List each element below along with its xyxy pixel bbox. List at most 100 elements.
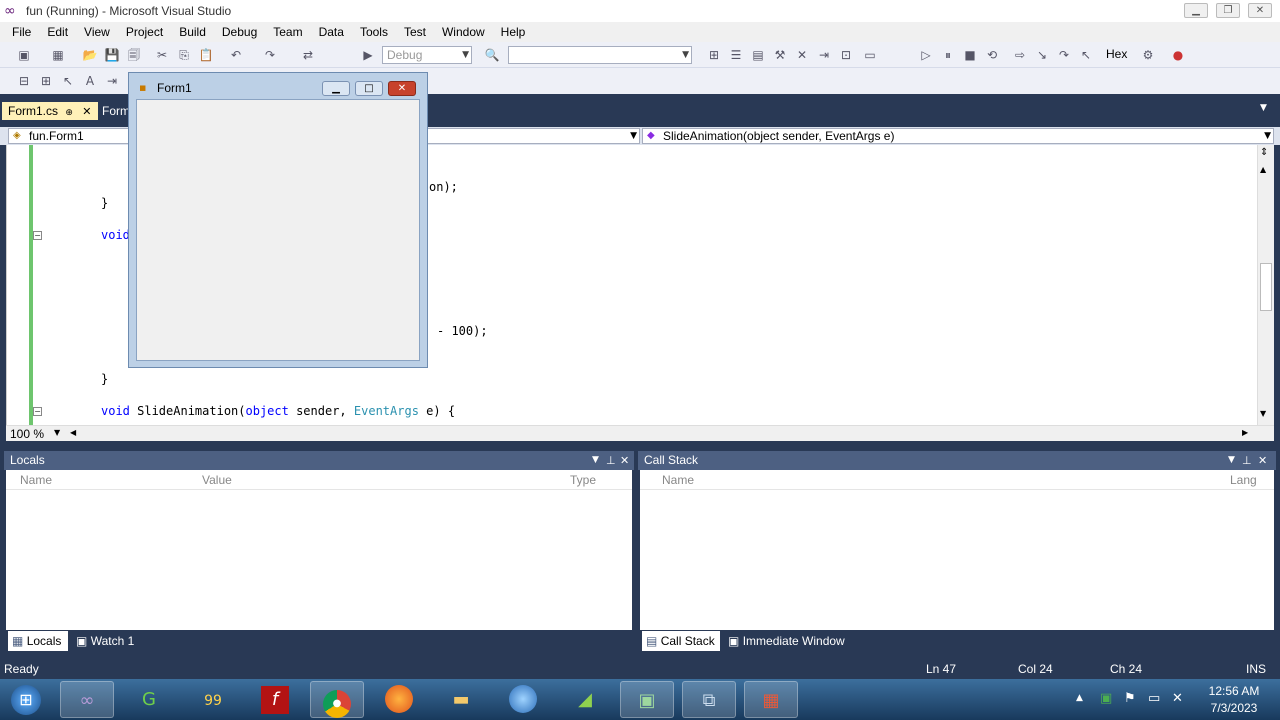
menu-view[interactable]: View [76, 25, 118, 39]
taskbar-app-window[interactable]: ▣ [620, 681, 674, 718]
taskbar-flash[interactable]: f [248, 681, 302, 718]
new-project-icon[interactable]: ▣ [16, 47, 32, 63]
tools-icon[interactable]: ✕ [794, 47, 810, 63]
continue-icon[interactable]: ▷ [918, 47, 934, 63]
close-icon[interactable]: ✕ [620, 451, 629, 470]
tab-form1-cs[interactable]: Form1.cs ⊕ ✕ [2, 102, 98, 120]
close-tab-icon[interactable]: ✕ [82, 105, 91, 118]
indent-icon[interactable]: ⇥ [104, 73, 120, 89]
redo-icon[interactable]: ↷ [262, 47, 278, 63]
tab-locals[interactable]: ▦ Locals [8, 631, 68, 651]
taskbar-app-99[interactable]: 99 [186, 681, 240, 718]
paste-icon[interactable]: 📋 [198, 47, 214, 63]
complete-word-icon[interactable]: ↖ [60, 73, 76, 89]
solution-explorer-icon[interactable]: ⊞ [706, 47, 722, 63]
save-icon[interactable]: 💾 [104, 47, 120, 63]
menu-tools[interactable]: Tools [352, 25, 396, 39]
form1-maximize-button[interactable]: □ [355, 81, 383, 96]
threads-icon[interactable]: ⚙ [1140, 47, 1156, 63]
start-debug-icon[interactable]: ▶ [360, 47, 376, 63]
cut-icon[interactable]: ✂ [154, 47, 170, 63]
taskbar-network[interactable] [496, 681, 550, 718]
platform-combo[interactable]: ▼ [508, 46, 692, 64]
break-all-icon[interactable]: ⏸ [940, 47, 956, 63]
taskbar-visual-studio[interactable]: ∞ [60, 681, 114, 718]
network-icon[interactable]: ▭ [1148, 691, 1160, 706]
taskbar-firefox[interactable] [372, 681, 426, 718]
form1-minimize-button[interactable]: ▁ [322, 81, 350, 96]
close-icon[interactable]: ✕ [1258, 451, 1267, 470]
undo-icon[interactable]: ↶ [228, 47, 244, 63]
tray-app-icon[interactable]: ▣ [1100, 691, 1112, 706]
menu-build[interactable]: Build [171, 25, 214, 39]
form1-close-button[interactable]: ✕ [388, 81, 416, 96]
window-layout-icon[interactable]: ▭ [862, 47, 878, 63]
maximize-button[interactable]: ❐ [1216, 3, 1240, 18]
scroll-left-icon[interactable]: ◀ [70, 428, 76, 437]
menu-edit[interactable]: Edit [39, 25, 76, 39]
col-type[interactable]: Type [570, 470, 596, 490]
tab-watch1[interactable]: ▣ Watch 1 [72, 631, 152, 651]
toolbox-icon[interactable]: ⚒ [772, 47, 788, 63]
tab-call-stack[interactable]: ▤ Call Stack [642, 631, 720, 651]
pane-dropdown-icon[interactable]: ▼ [1228, 451, 1235, 470]
tab-immediate-window[interactable]: ▣ Immediate Window [724, 631, 864, 651]
minimize-button[interactable]: ▁ [1184, 3, 1208, 18]
form1-window[interactable]: ▪ Form1 ▁ □ ✕ [128, 72, 428, 368]
taskbar-app-leaf[interactable]: ◢ [558, 681, 612, 718]
properties-icon[interactable]: ☰ [728, 47, 744, 63]
menu-file[interactable]: File [4, 25, 39, 39]
pin-icon[interactable]: ⊥ [1242, 451, 1252, 470]
breakpoints-icon[interactable]: ● [1170, 47, 1186, 63]
configuration-combo[interactable]: Debug ▼ [382, 46, 472, 64]
save-all-icon[interactable]: 🗐 [126, 47, 142, 63]
form1-client-area[interactable] [136, 99, 420, 361]
menu-window[interactable]: Window [434, 25, 493, 39]
member-combo[interactable]: ◆ SlideAnimation(object sender, EventArg… [642, 128, 1274, 144]
action-center-icon[interactable]: ⚑ [1124, 691, 1136, 706]
copy-icon[interactable]: ⎘ [176, 47, 192, 63]
collapse-icon[interactable]: − [33, 407, 42, 416]
col-lang[interactable]: Lang [1230, 470, 1257, 490]
step-into-icon[interactable]: ↘ [1034, 47, 1050, 63]
scroll-right-icon[interactable]: ▶ [1242, 428, 1248, 437]
editor-vertical-scrollbar[interactable]: ⇕ ▲ ▼ [1257, 145, 1274, 425]
quick-info-icon[interactable]: ⊟ [16, 73, 32, 89]
restart-icon[interactable]: ⟲ [984, 47, 1000, 63]
object-browser-icon[interactable]: ▤ [750, 47, 766, 63]
scroll-down-icon[interactable]: ▼ [1260, 409, 1266, 418]
menu-debug[interactable]: Debug [214, 25, 265, 39]
stop-debugging-icon[interactable]: ■ [962, 47, 978, 63]
close-button[interactable]: ✕ [1248, 3, 1272, 18]
open-file-icon[interactable]: 📂 [82, 47, 98, 63]
tab-dropdown-icon[interactable]: ▼ [1260, 103, 1267, 113]
menu-help[interactable]: Help [493, 25, 534, 39]
find-in-files-icon[interactable]: 🔍 [484, 47, 500, 63]
collapse-icon[interactable]: − [33, 231, 42, 240]
pane-dropdown-icon[interactable]: ▼ [592, 451, 599, 470]
show-next-statement-icon[interactable]: ⇨ [1012, 47, 1028, 63]
start-page-icon[interactable]: ⇥ [816, 47, 832, 63]
clock-time[interactable]: 12:56 AM [1204, 684, 1264, 698]
start-button[interactable]: ⊞ [0, 681, 52, 718]
hex-display-button[interactable]: Hex [1106, 47, 1127, 61]
scroll-up-icon[interactable]: ▲ [1260, 165, 1266, 174]
taskbar-app-g[interactable]: G [122, 681, 176, 718]
col-name[interactable]: Name [20, 470, 52, 490]
step-over-icon[interactable]: ↷ [1056, 47, 1072, 63]
pin-icon[interactable]: ⊥ [606, 451, 616, 470]
col-name[interactable]: Name [662, 470, 694, 490]
step-out-icon[interactable]: ↖ [1078, 47, 1094, 63]
split-icon[interactable]: ⇕ [1260, 147, 1268, 158]
font-icon[interactable]: A [82, 73, 98, 89]
menu-project[interactable]: Project [118, 25, 171, 39]
menu-test[interactable]: Test [396, 25, 434, 39]
zoom-level[interactable]: 100 % [10, 427, 44, 441]
show-hidden-icons-icon[interactable]: ▲ [1076, 693, 1083, 703]
volume-muted-icon[interactable]: ✕ [1172, 691, 1183, 706]
taskbar-explorer[interactable]: ▬ [434, 681, 488, 718]
taskbar-app-remote[interactable]: ⧉ [682, 681, 736, 718]
taskbar-chrome[interactable]: ● [310, 681, 364, 718]
menu-team[interactable]: Team [265, 25, 310, 39]
menu-data[interactable]: Data [311, 25, 352, 39]
